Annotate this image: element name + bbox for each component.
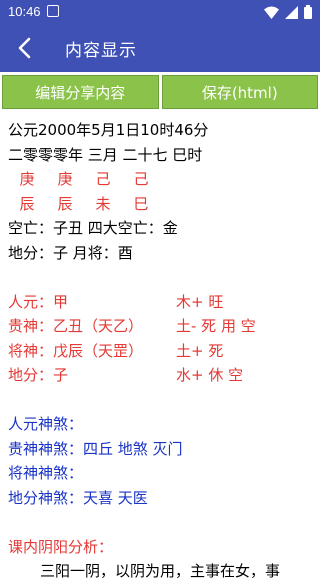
row-value: 土- 死 用 空 <box>176 317 256 335</box>
battery-icon <box>304 5 312 19</box>
status-bar: 10:46 <box>0 0 320 24</box>
status-icons <box>264 5 312 19</box>
result-content: 公元2000年5月1日10时46分 二零零零年 三月 二十七 巳时 庚 庚 己 己 辰… <box>8 118 318 584</box>
gan-char: 己 <box>133 170 149 188</box>
shensha-line: 人元神煞： <box>8 415 84 433</box>
zhi-char: 辰 <box>19 194 35 213</box>
gan-char: 己 <box>95 170 111 188</box>
row-value: 土+ 死 <box>176 341 224 360</box>
gan-char: 庚 <box>57 170 73 188</box>
wifi-icon <box>264 6 279 19</box>
row-value: 水+ 休 空 <box>176 366 244 384</box>
gan-char: 庚 <box>19 170 35 188</box>
app-bar: 内容显示 <box>0 24 320 72</box>
zhi-char: 未 <box>95 194 111 213</box>
zhi-char: 巳 <box>133 194 149 213</box>
row-label: 人元：甲 <box>8 292 69 311</box>
shensha-line: 将神神煞： <box>8 464 84 482</box>
analysis-text: 三阳一阴，以阴为用，主事在女，事 <box>40 562 281 580</box>
row-value: 木+ 旺 <box>176 292 224 311</box>
kongwang-line: 空亡：子丑 四大空亡：金 <box>8 219 178 237</box>
action-buttons: 编辑分享内容 保存(html) <box>0 72 320 112</box>
signal-icon <box>285 5 298 19</box>
status-time: 10:46 <box>8 4 41 19</box>
notification-icon <box>47 5 59 17</box>
difen-line: 地分：子 月将：酉 <box>8 243 133 262</box>
renyuan-row: 人元：甲 木+ 旺 <box>8 290 318 315</box>
shensha-line: 地分神煞：天喜 天医 <box>8 488 148 507</box>
shensha-line: 贵神神煞：四丘 地煞 灭门 <box>8 439 183 458</box>
page-title: 内容显示 <box>65 41 137 61</box>
lunar-line: 二零零零年 三月 二十七 巳时 <box>8 145 203 164</box>
row-label: 贵神：乙丑（天乙） <box>8 317 144 335</box>
back-arrow-icon[interactable] <box>12 34 40 62</box>
row-label: 地分：子 <box>8 366 69 384</box>
date-line: 公元2000年5月1日10时46分 <box>8 121 209 139</box>
jiangshen-row: 将神：戊辰（天罡） 土+ 死 <box>8 339 318 364</box>
zhi-char: 辰 <box>57 194 73 213</box>
difen-row: 地分：子 水+ 休 空 <box>8 363 318 388</box>
row-label: 将神：戊辰（天罡） <box>8 341 144 360</box>
analysis-title: 课内阴阳分析： <box>8 537 114 556</box>
tiangan-row: 庚庚己己 <box>8 167 318 192</box>
dizhi-row: 辰辰未巳 <box>8 192 318 217</box>
save-html-button[interactable]: 保存(html) <box>161 75 318 109</box>
edit-share-button[interactable]: 编辑分享内容 <box>2 75 159 109</box>
guishen-row: 贵神：乙丑（天乙） 土- 死 用 空 <box>8 314 318 339</box>
